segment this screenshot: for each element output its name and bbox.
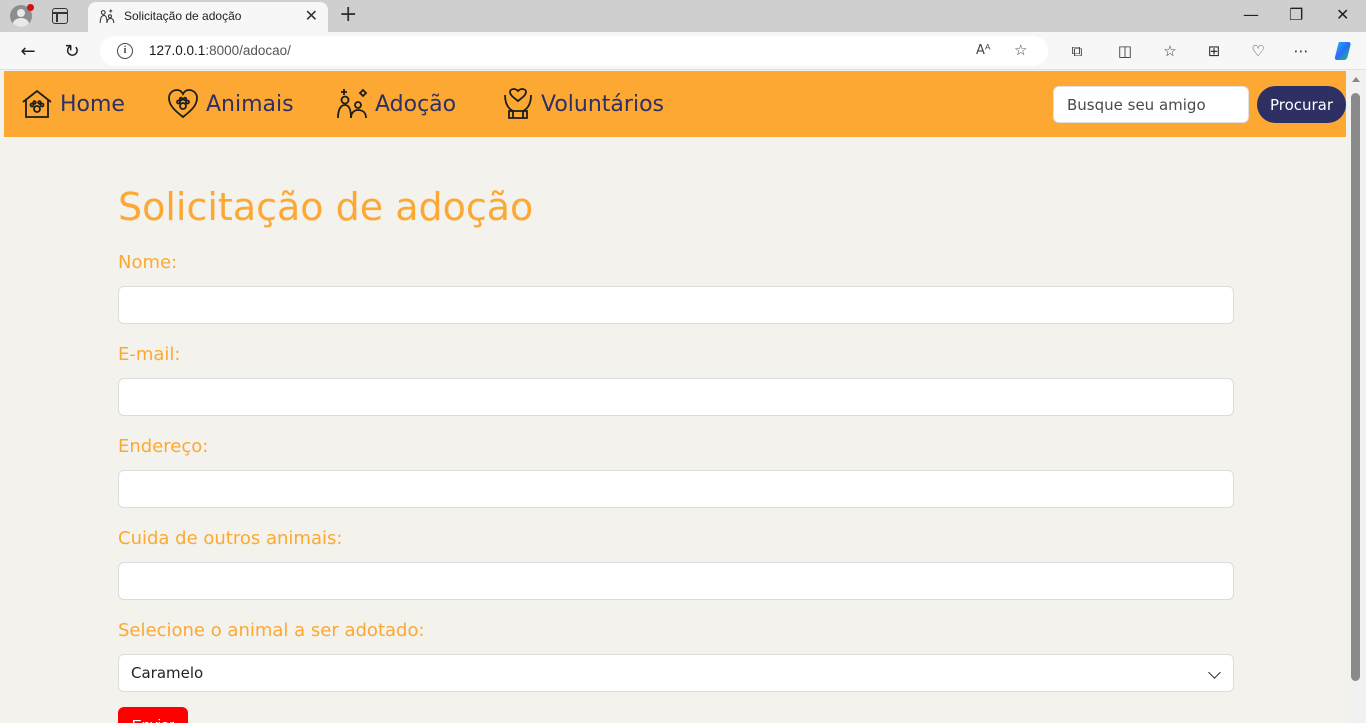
page-title: Solicitação de adoção <box>118 185 534 229</box>
more-menu-icon[interactable]: ⋯ <box>1291 41 1311 61</box>
browser-tab[interactable]: Solicitação de adoção ✕ <box>88 2 328 32</box>
tab-actions-icon[interactable] <box>52 8 68 24</box>
nav-item-voluntarios[interactable]: Voluntários <box>501 87 664 121</box>
read-aloud-icon[interactable]: Aᴬ <box>976 43 991 58</box>
nav-item-adocao[interactable]: Adoção <box>335 87 456 121</box>
page-scrollbar[interactable] <box>1347 71 1366 723</box>
scroll-thumb[interactable] <box>1351 93 1360 681</box>
animal-select-label: Selecione o animal a ser adotado: <box>118 620 425 641</box>
notification-dot-icon <box>27 4 34 11</box>
search-input[interactable] <box>1053 86 1249 123</box>
name-input[interactable] <box>118 286 1234 324</box>
hands-heart-icon <box>504 88 532 119</box>
restore-icon[interactable]: ❐ <box>1289 4 1303 26</box>
house-paw-icon <box>22 89 52 118</box>
submit-button[interactable]: Enviar <box>118 707 188 723</box>
favorite-star-icon[interactable]: ☆ <box>1014 41 1027 59</box>
new-tab-icon[interactable]: + <box>339 3 357 27</box>
reload-icon[interactable]: ↻ <box>60 39 84 63</box>
tab-title: Solicitação de adoção <box>124 9 242 23</box>
address-label: Endereço: <box>118 436 209 457</box>
other-animals-label: Cuida de outros animais: <box>118 528 343 549</box>
other-animals-input[interactable] <box>118 562 1234 600</box>
email-label: E-mail: <box>118 344 181 365</box>
adoption-form: Solicitação de adoção Nome: E-mail: Ende… <box>118 184 1234 723</box>
extensions-icon[interactable]: ⧉ <box>1067 41 1087 61</box>
search-button[interactable]: Procurar <box>1257 86 1346 123</box>
name-label: Nome: <box>118 252 178 273</box>
chevron-down-icon <box>1208 666 1221 679</box>
minimize-icon[interactable]: — <box>1243 4 1259 26</box>
close-window-icon[interactable]: ✕ <box>1336 4 1349 26</box>
site-info-icon[interactable]: i <box>117 43 133 59</box>
nav-label-home: Home <box>60 91 125 117</box>
email-input[interactable] <box>118 378 1234 416</box>
favorites-icon[interactable]: ☆ <box>1160 41 1180 61</box>
address-input[interactable] <box>118 470 1234 508</box>
browser-toolbar: ← ↻ i 127.0.0.1:8000/adocao/ Aᴬ ☆ ⧉ ◫ ☆ … <box>0 32 1366 70</box>
tab-close-icon[interactable]: ✕ <box>305 7 318 25</box>
page-viewport: Home Animais Adoção Voluntários Busque s… <box>4 71 1346 723</box>
nav-item-animais[interactable]: Animais <box>166 87 294 121</box>
nav-item-home[interactable]: Home <box>20 87 125 121</box>
animal-select-value: Caramelo <box>131 664 204 682</box>
nav-label-voluntarios: Voluntários <box>541 91 664 117</box>
animal-select[interactable]: Caramelo <box>118 654 1234 692</box>
heart-paw-icon <box>168 89 198 119</box>
site-navbar: Home Animais Adoção Voluntários Busque s… <box>4 71 1346 137</box>
url-text: 127.0.0.1:8000/adocao/ <box>149 43 291 58</box>
split-screen-icon[interactable]: ◫ <box>1115 41 1135 61</box>
browser-essentials-icon[interactable]: ♡ <box>1248 41 1268 61</box>
address-bar[interactable]: i 127.0.0.1:8000/adocao/ Aᴬ ☆ <box>100 36 1048 66</box>
scroll-up-icon[interactable] <box>1352 77 1360 82</box>
pets-icon <box>337 88 368 119</box>
nav-label-adocao: Adoção <box>375 91 457 117</box>
collections-icon[interactable]: ⊞ <box>1204 41 1224 61</box>
back-icon[interactable]: ← <box>16 39 40 63</box>
nav-label-animais: Animais <box>206 91 294 117</box>
tab-strip: Solicitação de adoção ✕ + — ❐ ✕ <box>0 0 1366 32</box>
copilot-icon[interactable] <box>1332 39 1356 63</box>
pets-favicon-icon <box>99 9 115 24</box>
